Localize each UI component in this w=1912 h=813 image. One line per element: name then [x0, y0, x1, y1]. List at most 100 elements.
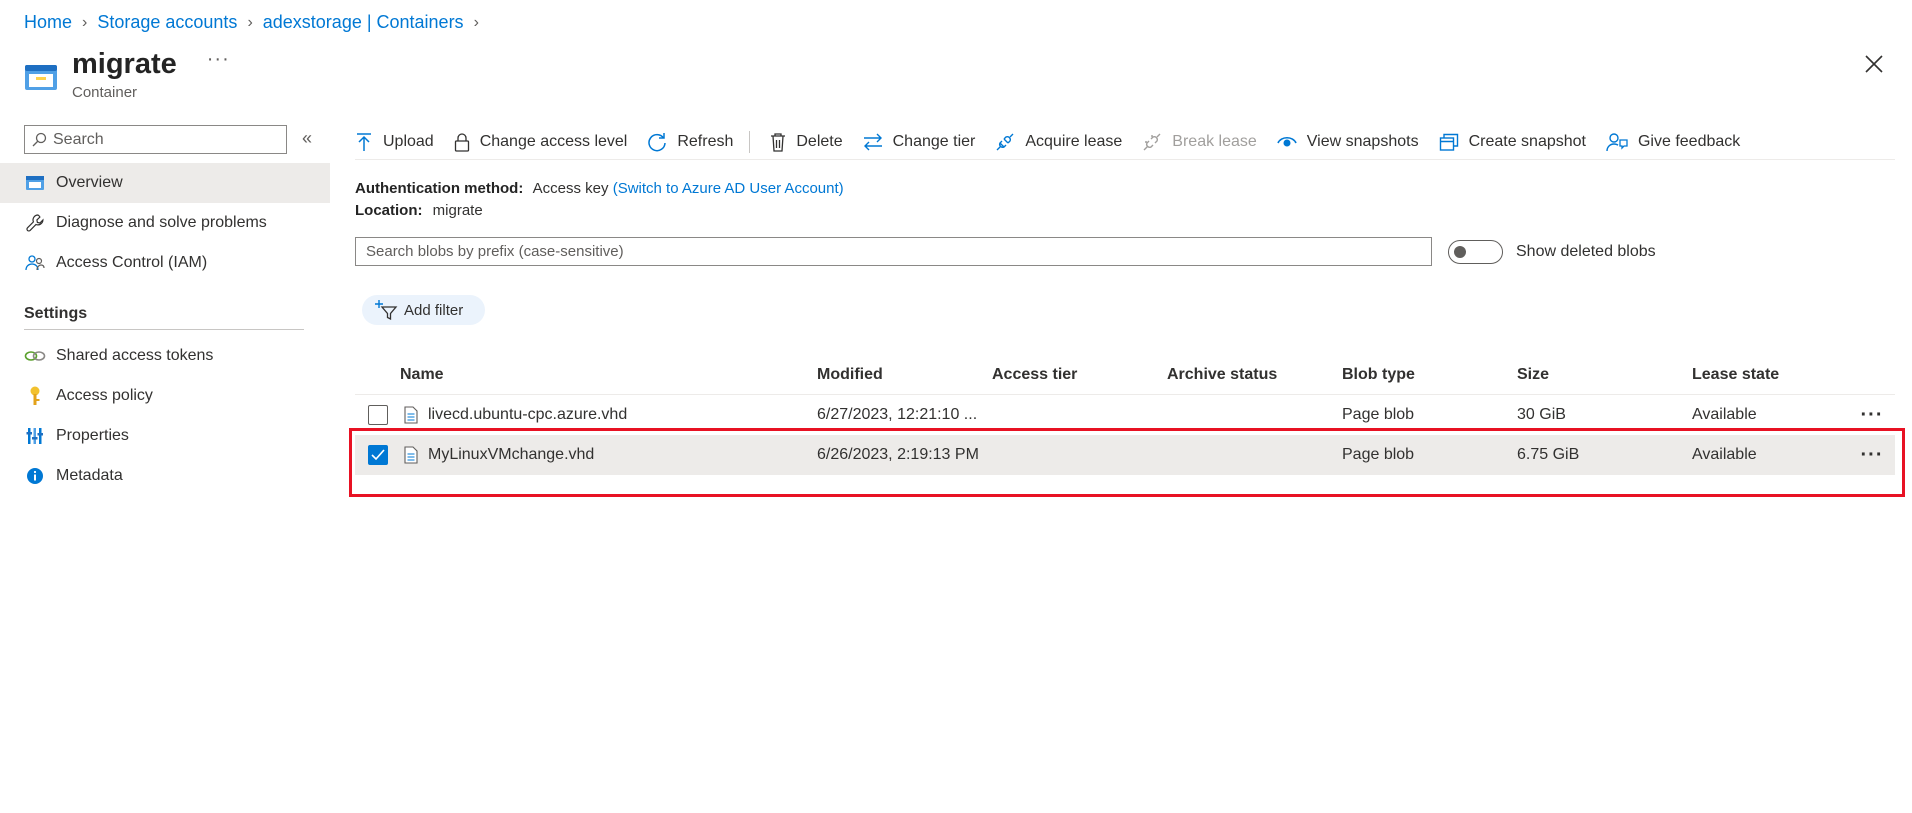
- sidebar-item-label: Shared access tokens: [56, 347, 214, 364]
- add-filter-icon: [375, 300, 398, 320]
- container-icon: [25, 65, 57, 90]
- column-header-size[interactable]: Size: [1517, 366, 1692, 384]
- properties-icon: [24, 425, 46, 447]
- breadcrumb-home[interactable]: Home: [24, 12, 72, 33]
- sidebar-section-settings: Settings: [24, 305, 88, 322]
- blob-name[interactable]: MyLinuxVMchange.vhd: [428, 446, 594, 464]
- sidebar-item-overview[interactable]: Overview: [0, 163, 330, 203]
- page-title: migrate: [72, 48, 177, 80]
- toolbar-divider: [749, 130, 751, 153]
- overview-icon: [24, 172, 46, 194]
- row-more-icon[interactable]: ···: [1852, 404, 1892, 427]
- row-more-icon[interactable]: ···: [1852, 444, 1892, 467]
- toggle-knob: [1454, 246, 1466, 258]
- swap-arrows-icon: [863, 133, 882, 150]
- blob-search[interactable]: [355, 237, 1432, 266]
- location-label: Location:: [355, 202, 423, 219]
- change-access-label: Change access level: [479, 132, 628, 150]
- search-icon: [32, 132, 47, 146]
- checkmark-icon: [370, 449, 385, 461]
- more-options-icon[interactable]: ···: [207, 48, 230, 71]
- change-access-level-button[interactable]: Change access level: [454, 126, 628, 158]
- snapshot-icon: [1439, 133, 1458, 151]
- auth-method-label: Authentication method:: [355, 180, 524, 197]
- command-bar: Upload Change access level Refresh Delet…: [355, 124, 1895, 160]
- show-deleted-toggle[interactable]: [1448, 240, 1503, 264]
- upload-label: Upload: [383, 132, 434, 150]
- info-icon: [24, 465, 46, 487]
- acquire-lease-label: Acquire lease: [1025, 132, 1123, 150]
- row-checkbox[interactable]: [367, 445, 388, 465]
- column-header-archive-status[interactable]: Archive status: [1167, 366, 1342, 384]
- chevron-right-icon: ›: [473, 13, 479, 31]
- sidebar-item-label: Access policy: [56, 387, 153, 404]
- refresh-button[interactable]: Refresh: [647, 126, 733, 158]
- switch-auth-link[interactable]: (Switch to Azure AD User Account): [613, 180, 844, 197]
- column-header-lease-state[interactable]: Lease state: [1692, 366, 1852, 384]
- give-feedback-label: Give feedback: [1637, 132, 1741, 150]
- column-header-modified[interactable]: Modified: [817, 366, 992, 384]
- sidebar-divider: [24, 329, 304, 330]
- sidebar-item-shared-access-tokens[interactable]: Shared access tokens: [0, 336, 330, 376]
- sidebar-item-properties[interactable]: Properties: [0, 416, 330, 456]
- give-feedback-button[interactable]: Give feedback: [1606, 126, 1740, 158]
- refresh-icon: [648, 132, 667, 151]
- create-snapshot-label: Create snapshot: [1468, 132, 1586, 150]
- page-header: migrate Container ···: [24, 46, 230, 101]
- break-lease-button[interactable]: Break lease: [1142, 126, 1257, 158]
- blob-lease-state: Available: [1692, 406, 1757, 423]
- blob-name[interactable]: livecd.ubuntu-cpc.azure.vhd: [428, 406, 627, 424]
- delete-label: Delete: [796, 132, 843, 150]
- sidebar-item-label: Diagnose and solve problems: [56, 214, 267, 231]
- lock-icon: [454, 132, 469, 152]
- sidebar-nav: Overview Diagnose and solve problems Acc…: [0, 163, 330, 496]
- change-tier-button[interactable]: Change tier: [863, 126, 976, 158]
- page-subtitle: Container: [72, 84, 138, 101]
- delete-button[interactable]: Delete: [770, 126, 843, 158]
- breadcrumb-containers[interactable]: adexstorage | Containers: [263, 12, 464, 33]
- add-filter-button[interactable]: Add filter: [362, 295, 486, 325]
- change-tier-label: Change tier: [892, 132, 976, 150]
- blob-search-input[interactable]: [366, 243, 1406, 260]
- row-checkbox[interactable]: [367, 405, 388, 425]
- collapse-sidebar-icon[interactable]: «: [302, 128, 312, 149]
- table-row[interactable]: livecd.ubuntu-cpc.azure.vhd 6/27/2023, 1…: [355, 395, 1895, 435]
- sidebar-item-access-policy[interactable]: Access policy: [0, 376, 330, 416]
- add-filter-label: Add filter: [404, 301, 464, 319]
- key-icon: [24, 385, 46, 407]
- close-icon[interactable]: [1862, 52, 1886, 76]
- upload-icon: [357, 132, 371, 151]
- broken-plug-icon: [1143, 133, 1161, 150]
- column-header-name[interactable]: Name: [400, 366, 817, 384]
- file-icon: [404, 446, 418, 464]
- upload-button[interactable]: Upload: [355, 126, 434, 158]
- sidebar-search[interactable]: [24, 125, 287, 154]
- sidebar-item-iam[interactable]: Access Control (IAM): [0, 243, 330, 283]
- sidebar-search-input[interactable]: [53, 130, 273, 149]
- file-icon: [404, 406, 418, 424]
- breadcrumb-storage-accounts[interactable]: Storage accounts: [97, 12, 237, 33]
- table-header: Name Modified Access tier Archive status…: [355, 355, 1895, 395]
- blob-type: Page blob: [1342, 406, 1415, 423]
- column-header-blob-type[interactable]: Blob type: [1342, 366, 1517, 384]
- sidebar-item-label: Overview: [56, 174, 123, 191]
- sidebar-item-metadata[interactable]: Metadata: [0, 456, 330, 496]
- table-row[interactable]: MyLinuxVMchange.vhd 6/26/2023, 2:19:13 P…: [355, 435, 1895, 475]
- sidebar-item-label: Properties: [56, 427, 129, 444]
- location-value: migrate: [432, 202, 483, 219]
- column-header-access-tier[interactable]: Access tier: [992, 366, 1167, 384]
- chevron-right-icon: ›: [247, 13, 253, 31]
- blob-table: Name Modified Access tier Archive status…: [355, 355, 1895, 475]
- people-icon: [24, 252, 46, 274]
- breadcrumb: Home › Storage accounts › adexstorage | …: [24, 12, 489, 33]
- feedback-icon: [1606, 132, 1628, 151]
- link-icon: [24, 345, 46, 367]
- acquire-lease-button[interactable]: Acquire lease: [995, 126, 1122, 158]
- view-snapshots-button[interactable]: View snapshots: [1277, 126, 1419, 158]
- show-deleted-label: Show deleted blobs: [1516, 243, 1656, 260]
- blob-modified: 6/27/2023, 12:21:10 ...: [817, 406, 978, 423]
- sidebar-item-label: Metadata: [56, 467, 123, 484]
- view-snapshots-label: View snapshots: [1306, 132, 1419, 150]
- sidebar-item-diagnose[interactable]: Diagnose and solve problems: [0, 203, 330, 243]
- create-snapshot-button[interactable]: Create snapshot: [1439, 126, 1586, 158]
